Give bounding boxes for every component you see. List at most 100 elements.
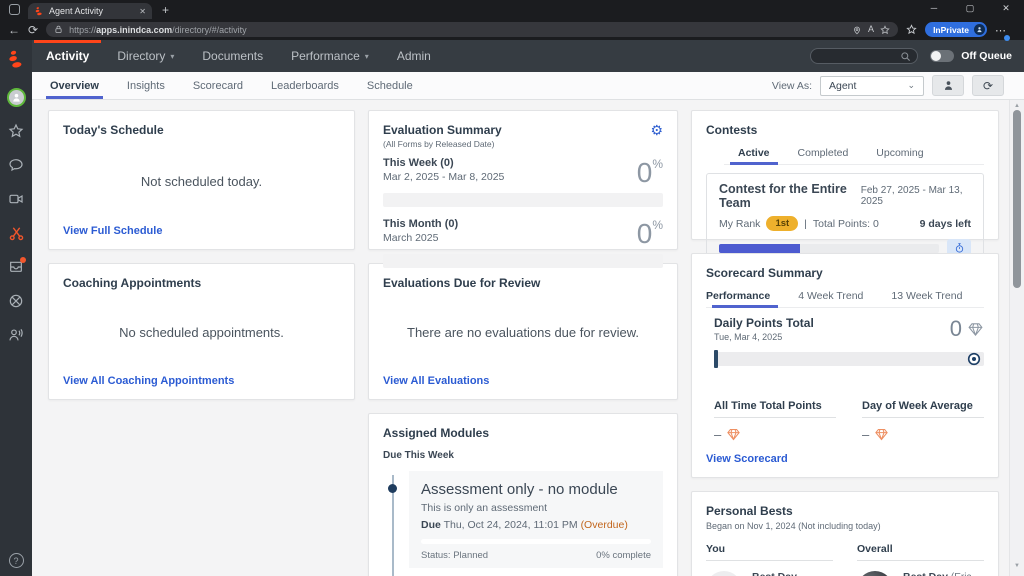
overall-column-label: Overall: [857, 543, 984, 561]
my-rank-label: My Rank: [719, 218, 760, 230]
scissors-icon[interactable]: [0, 216, 32, 250]
inprivate-badge[interactable]: InPrivate: [925, 22, 987, 37]
reload-icon[interactable]: ⟳: [28, 24, 38, 36]
all-time-value: –: [714, 427, 836, 442]
gem-icon: [726, 427, 741, 442]
window-minimize-icon[interactable]: ─: [916, 0, 952, 19]
daily-points-bar: [714, 352, 984, 366]
global-search[interactable]: [810, 48, 918, 64]
inbox-icon[interactable]: [0, 250, 32, 284]
module-status: Status: Planned: [421, 550, 488, 561]
favorites-icon[interactable]: [0, 114, 32, 148]
view-scorecard-link[interactable]: View Scorecard: [706, 453, 984, 465]
card-title: Evaluation Summary: [383, 123, 502, 137]
contests-tab-active[interactable]: Active: [724, 141, 784, 164]
chevron-down-icon: ▾: [365, 52, 369, 61]
search-icon: [900, 51, 911, 62]
browser-tabstrip: Agent Activity ✕ + ─ ▢ ✕: [0, 0, 1024, 19]
contest-progress-bar: [719, 244, 939, 253]
module-progress-bar: [421, 539, 651, 544]
evaluations-due-card: Evaluations Due for Review There are no …: [368, 263, 678, 400]
tab-schedule[interactable]: Schedule: [353, 72, 427, 99]
search-input[interactable]: [817, 51, 896, 62]
scroll-up-icon[interactable]: ▲: [1010, 103, 1024, 109]
circle-x-icon[interactable]: [0, 284, 32, 318]
days-left: 9 days left: [920, 218, 971, 230]
tab-overview[interactable]: Overview: [36, 72, 113, 99]
video-icon[interactable]: [0, 182, 32, 216]
view-all-evaluations-link[interactable]: View All Evaluations: [383, 375, 663, 387]
nav-item-documents[interactable]: Documents: [188, 40, 277, 72]
queue-toggle[interactable]: [930, 50, 954, 62]
all-time-label: All Time Total Points: [714, 400, 836, 418]
new-tab-icon[interactable]: +: [162, 3, 169, 17]
favorites-bar-icon[interactable]: [906, 24, 917, 35]
avatar: [857, 571, 893, 576]
profile-avatar-icon: [974, 24, 985, 35]
agent-icon[interactable]: [0, 318, 32, 352]
nav-item-admin[interactable]: Admin: [383, 40, 445, 72]
url-text: https://apps.inindca.com/directory/#/act…: [69, 25, 846, 35]
view-as-select[interactable]: Agent ⌄: [820, 76, 924, 96]
genesys-favicon: [34, 6, 44, 16]
org-view-button[interactable]: [932, 75, 964, 96]
browser-menu[interactable]: ⋯: [995, 21, 1006, 39]
scroll-down-icon[interactable]: ▼: [1010, 563, 1024, 569]
nav-item-performance[interactable]: Performance▾: [277, 40, 383, 72]
card-title: Evaluations Due for Review: [383, 276, 663, 290]
module-item[interactable]: Assessment only - no module This is only…: [409, 471, 663, 568]
nav-item-activity[interactable]: Activity: [32, 40, 103, 72]
coaching-appointments-card: Coaching Appointments No scheduled appoi…: [48, 263, 355, 400]
month-progress-bar: [383, 254, 663, 268]
tab-insights[interactable]: Insights: [113, 72, 179, 99]
view-all-coaching-link[interactable]: View All Coaching Appointments: [63, 375, 340, 387]
contests-tab-completed[interactable]: Completed: [784, 141, 863, 164]
browser-tab[interactable]: Agent Activity ✕: [28, 3, 152, 19]
view-full-schedule-link[interactable]: View Full Schedule: [63, 225, 340, 237]
target-icon: [966, 351, 982, 367]
assigned-modules-card: Assigned Modules Due This Week Assessmen…: [368, 413, 678, 576]
week-label: This Week (0): [383, 157, 504, 169]
contests-tab-upcoming[interactable]: Upcoming: [862, 141, 937, 164]
nav-item-directory[interactable]: Directory▾: [103, 40, 188, 72]
help-icon[interactable]: ?: [0, 553, 32, 568]
card-title: Scorecard Summary: [706, 266, 984, 280]
personal-bests-card: Personal Bests Began on Nov 1, 2024 (Not…: [691, 491, 999, 576]
gem-icon: [874, 427, 889, 442]
tab-layout-icon[interactable]: [9, 4, 20, 15]
window-close-icon[interactable]: ✕: [988, 0, 1024, 19]
scrollbar-thumb[interactable]: [1013, 110, 1021, 288]
dashboard: Today's Schedule Not scheduled today. Vi…: [32, 100, 1024, 576]
chat-icon[interactable]: [0, 148, 32, 182]
tab-leaderboards[interactable]: Leaderboards: [257, 72, 353, 99]
scorecard-tab-performance[interactable]: Performance: [706, 284, 784, 307]
avatar: [706, 571, 742, 576]
best-day-label: Best Day: [752, 571, 833, 576]
week-percent: 0%: [637, 157, 663, 189]
scorecard-tab-13week[interactable]: 13 Week Trend: [877, 284, 976, 307]
week-progress-bar: [383, 193, 663, 207]
address-bar[interactable]: https://apps.inindca.com/directory/#/act…: [46, 22, 898, 37]
card-subtitle: Began on Nov 1, 2024 (Not including toda…: [706, 521, 984, 531]
scrollbar[interactable]: ▲ ▼: [1009, 100, 1024, 576]
location-icon[interactable]: [852, 25, 862, 35]
window-maximize-icon[interactable]: ▢: [952, 0, 988, 19]
presence-avatar[interactable]: [0, 80, 32, 114]
card-title: Personal Bests: [706, 504, 984, 518]
daily-points-value: 0: [950, 316, 984, 342]
refresh-button[interactable]: ⟳: [972, 75, 1004, 96]
scorecard-tab-4week[interactable]: 4 Week Trend: [784, 284, 877, 307]
read-aloud-icon[interactable]: A: [868, 25, 874, 34]
back-icon[interactable]: ←: [8, 24, 20, 36]
queue-toggle-label: Off Queue: [961, 50, 1012, 62]
timeline-dot-icon: [388, 484, 397, 493]
app-nav: Activity Directory▾ Documents Performanc…: [32, 40, 1024, 72]
tab-scorecard[interactable]: Scorecard: [179, 72, 257, 99]
you-column-label: You: [706, 543, 833, 561]
empty-message: Not scheduled today.: [63, 137, 340, 225]
tab-close-icon[interactable]: ✕: [139, 7, 146, 16]
dow-average-value: –: [862, 427, 984, 442]
gear-icon[interactable]: ⚙: [650, 123, 663, 137]
contest-dates: Feb 27, 2025 - Mar 13, 2025: [861, 185, 971, 207]
favorite-star-icon[interactable]: [880, 25, 890, 35]
